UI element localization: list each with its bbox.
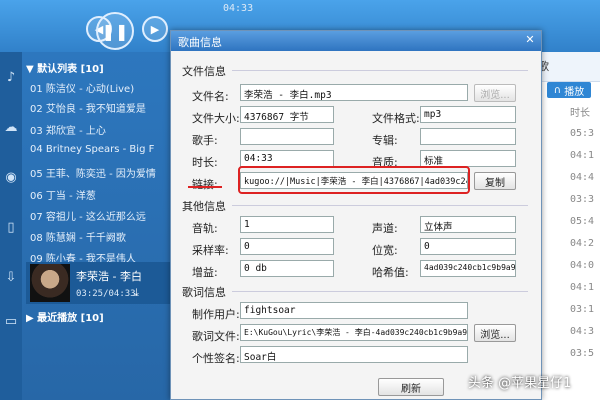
filesize-field[interactable]: 4376867 字节 [240,106,334,123]
dialog-title: 歌曲信息 [178,36,222,49]
browse-button[interactable]: 浏览... [474,84,516,102]
duration-cell: 04:0 [570,260,595,271]
divider [232,205,528,206]
album-label: 专辑: [372,134,398,147]
duration-cell: 04:4 [570,172,595,183]
format-field[interactable]: mp3 [420,106,516,123]
lyric-file-label: 歌词文件: [192,330,240,343]
watermark: 头条 @苹果星仔1 [468,376,572,391]
download-icon[interactable]: ⇩ [3,270,19,286]
browse-lyric-button[interactable]: 浏览... [474,324,516,342]
album-field[interactable] [420,128,516,145]
list-item[interactable]: 07 容祖儿 - 这么近那么远 [30,208,170,223]
duration-cell: 04:3 [570,326,595,337]
channel-label: 声道: [372,222,398,235]
red-highlight-annotation [238,166,470,194]
pause-button[interactable]: ❚❚ [96,12,134,50]
divider [232,291,528,292]
duration-cell: 05:3 [570,128,595,139]
lyric-file-field[interactable]: E:\KuGou\Lyric\李荣浩 - 李白-4ad039c240cb1c9b… [240,324,468,341]
recent-header[interactable]: ▶ 最近播放 [10] [26,309,104,324]
desktop-icon[interactable]: ▭ [3,314,19,330]
link-label: 链接: [192,178,218,191]
red-underline-annotation [188,186,222,188]
other-info-group: 其他信息 [182,200,226,213]
play-button[interactable]: ∩ 播放 [547,82,591,98]
dialog-title-bar[interactable] [171,31,541,51]
top-time: 04:33 [223,3,254,14]
sign-field[interactable]: Soar白 [240,346,468,363]
duration-cell: 04:1 [570,150,595,161]
duration-cell: 03:1 [570,304,595,315]
download-icon[interactable]: ⤓ [134,286,139,300]
duration-cell: 04:2 [570,238,595,249]
track-field[interactable]: 1 [240,216,334,233]
duration-cell: 03:5 [570,348,595,359]
list-item[interactable]: 02 艾怡良 - 我不知道爱是 [30,100,170,115]
list-item[interactable]: 06 丁当 - 洋葱 [30,187,170,202]
play-button-label: 播放 [564,86,585,98]
next-icon: ▶ [150,22,160,36]
phone-icon[interactable]: ▯ [3,220,19,236]
artist-avatar [30,264,70,302]
singer-field[interactable] [240,128,334,145]
duration-cell: 05:4 [570,216,595,227]
refresh-button[interactable]: 刷新 [378,378,444,396]
bitrate-label: 位宽: [372,244,398,257]
file-info-group: 文件信息 [182,65,226,78]
divider [232,70,528,71]
list-item[interactable]: 03 郑欣宜 - 上心 [30,122,170,137]
list-item[interactable]: 01 陈洁仪 - 心动(Live) [30,80,170,95]
filesize-label: 文件大小: [192,112,240,125]
copy-button[interactable]: 复制 [474,172,516,190]
gain-label: 增益: [192,266,218,279]
lyric-info-group: 歌词信息 [182,286,226,299]
channel-field[interactable]: 立体声 [420,216,516,233]
bitrate-field[interactable]: 0 [420,238,516,255]
hash-field[interactable]: 4ad039c240cb1c9b9a927 [420,260,516,277]
duration-cell: 03:3 [570,194,595,205]
format-label: 文件格式: [372,112,420,125]
quality-field[interactable]: 标准 [420,150,516,167]
sign-label: 个性签名: [192,352,240,365]
maker-field[interactable]: fightsoar [240,302,468,319]
sidebar-icons: ♪ ☁ ◉ ▯ ⇩ ▭ [0,52,22,400]
column-header: 时长 [570,108,590,119]
singer-label: 歌手: [192,134,218,147]
samplerate-label: 采样率: [192,244,229,257]
playlist-panel: ▼ 默认列表 [10] 01 陈洁仪 - 心动(Live) 02 艾怡良 - 我… [22,52,172,400]
maker-label: 制作用户: [192,308,240,321]
filename-field[interactable]: 李荣浩 - 李白.mp3 [240,84,468,101]
gain-field[interactable]: 0 db [240,260,334,277]
filename-label: 文件名: [192,90,229,103]
list-item[interactable]: 08 陈慧娴 - 千千阙歌 [30,229,170,244]
play-icon: ∩ [553,84,565,96]
list-item[interactable]: 04 Britney Spears - Big F [30,144,170,155]
duration-cell: 04:1 [570,282,595,293]
duration-field[interactable]: 04:33 [240,150,334,167]
pause-icon: ❚❚ [101,21,129,41]
now-playing-time: 03:25/04:33 [76,289,136,299]
track-label: 音轨: [192,222,218,235]
samplerate-field[interactable]: 0 [240,238,334,255]
list-item[interactable]: 05 王菲、陈奕迅 - 因为爱情 [30,165,170,180]
radio-icon[interactable]: ◉ [3,170,19,186]
now-playing-title: 李荣浩 - 李白 [76,270,142,283]
music-icon[interactable]: ♪ [3,70,19,86]
duration-label: 时长: [192,156,218,169]
next-track-button[interactable]: ▶ [142,16,168,42]
playlist-header[interactable]: ▼ 默认列表 [10] [26,60,104,75]
close-icon[interactable]: ✕ [523,33,537,47]
hash-label: 哈希值: [372,266,409,279]
cloud-icon[interactable]: ☁ [3,120,19,136]
